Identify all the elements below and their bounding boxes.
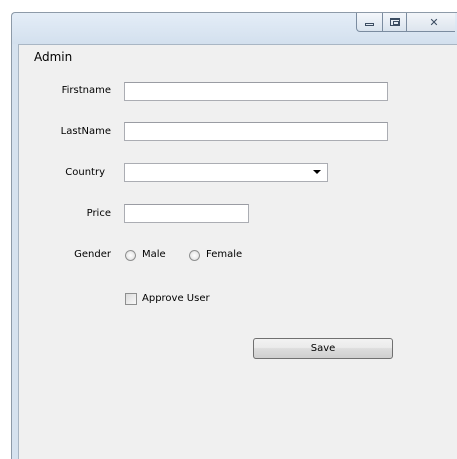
country-select[interactable]: [124, 163, 328, 182]
close-button[interactable]: ✕: [407, 13, 455, 32]
price-input[interactable]: [124, 204, 249, 223]
approve-user-label[interactable]: Approve User: [142, 293, 210, 304]
gender-label: Gender: [74, 249, 111, 260]
save-button[interactable]: Save: [253, 338, 393, 359]
form-panel: Admin Firstname LastName Country Price G…: [18, 44, 457, 459]
app-window: ✕ Admin Firstname LastName Country Price…: [11, 12, 457, 459]
title-bar[interactable]: ✕: [12, 13, 457, 44]
firstname-label: Firstname: [61, 85, 111, 96]
gender-male-radio[interactable]: [125, 250, 136, 261]
country-label: Country: [65, 167, 105, 178]
minimize-button[interactable]: [356, 13, 383, 32]
minimize-icon: [365, 23, 374, 26]
gender-female-radio[interactable]: [189, 250, 200, 261]
form-title: Admin: [34, 50, 73, 64]
gender-male-label[interactable]: Male: [142, 249, 166, 260]
lastname-label: LastName: [60, 126, 111, 137]
firstname-input[interactable]: [124, 82, 388, 101]
maximize-icon: [389, 18, 400, 26]
chevron-down-icon: [313, 170, 321, 174]
lastname-input[interactable]: [124, 122, 388, 141]
gender-female-label[interactable]: Female: [206, 249, 242, 260]
maximize-button[interactable]: [383, 13, 407, 32]
window-controls: ✕: [356, 13, 455, 32]
approve-user-checkbox[interactable]: [125, 293, 137, 305]
close-icon: ✕: [429, 15, 439, 29]
price-label: Price: [86, 208, 111, 219]
